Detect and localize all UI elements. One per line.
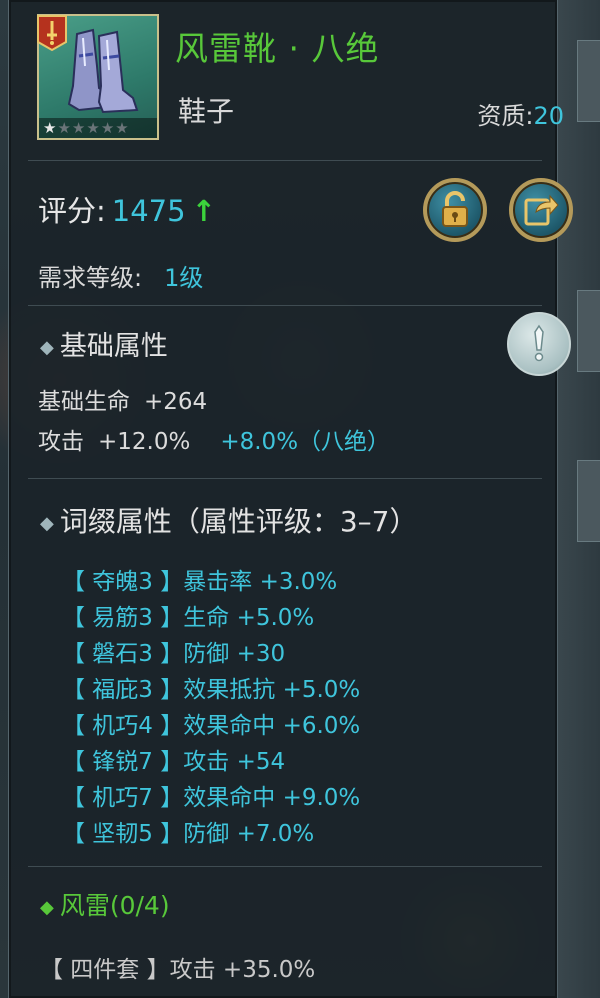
share-button[interactable] — [509, 178, 573, 242]
base-attack-bonus: +8.0%（八绝） — [220, 429, 391, 455]
sword-badge-icon — [37, 15, 67, 52]
background-side-panel — [557, 0, 600, 998]
share-arrow-icon — [524, 194, 559, 226]
divider — [28, 305, 542, 306]
affix-item: 【 磐石3 】防御 +30 — [62, 641, 286, 667]
star-icon: ★ — [115, 118, 129, 137]
star-icon: ★ — [71, 118, 86, 137]
item-quality: 资质:20 — [477, 96, 564, 131]
base-attack: 攻击 +12.0% +8.0%（八绝） — [38, 422, 390, 456]
base-attributes-label: 基础属性 — [59, 331, 168, 362]
diamond-icon: ◆ — [40, 337, 54, 358]
star-rating: ★ ★ ★ ★ ★ ★ — [39, 118, 157, 138]
star-icon: ★ — [86, 118, 100, 137]
diamond-icon: ◆ — [40, 512, 54, 534]
side-tab — [577, 460, 600, 542]
base-attack-value: +12.0% — [98, 429, 191, 455]
star-icon: ★ — [57, 118, 71, 137]
base-attack-label: 攻击 — [38, 429, 84, 455]
affix-item: 【 福庇3 】效果抵抗 +5.0% — [62, 677, 361, 703]
affix-attributes-label: 词缀属性（属性评级：3–7） — [59, 505, 418, 538]
score-label: 评分: — [38, 194, 106, 228]
exclamation-icon — [534, 324, 544, 362]
base-hp-label: 基础生命 — [38, 389, 130, 415]
up-arrow-icon: ↑ — [191, 194, 216, 228]
unlock-icon — [442, 191, 468, 227]
lock-button[interactable] — [423, 178, 487, 242]
requirement-value: 1级 — [164, 264, 204, 292]
affix-item: 【 夺魄3 】暴击率 +3.0% — [62, 569, 338, 595]
base-hp: 基础生命 +264 — [38, 382, 207, 416]
affix-item: 【 锋锐7 】攻击 +54 — [62, 749, 286, 775]
set-bonus: 【 四件套 】攻击 +35.0% — [40, 957, 316, 983]
item-type: 鞋子 — [178, 95, 235, 128]
score: 评分: 1475 ↑ — [38, 188, 216, 230]
diamond-icon: ◆ — [40, 896, 54, 918]
star-icon: ★ — [100, 118, 115, 137]
quality-value: 20 — [533, 102, 564, 130]
quality-label: 资质: — [477, 102, 534, 130]
divider — [28, 160, 542, 161]
affix-item: 【 机巧4 】效果命中 +6.0% — [62, 713, 361, 739]
set-title: ◆ 风雷(0/4) — [40, 886, 170, 922]
score-value: 1475 — [111, 194, 186, 228]
side-tab — [577, 40, 600, 122]
divider — [28, 478, 542, 479]
requirement-label: 需求等级: — [38, 264, 143, 292]
base-attributes-title: ◆ 基础属性 — [40, 324, 168, 363]
side-tab — [577, 290, 600, 372]
item-tooltip-panel — [8, 0, 558, 998]
divider — [28, 866, 542, 867]
item-name: 风雷靴 · 八绝 — [175, 29, 380, 68]
affix-item: 【 坚韧5 】防御 +7.0% — [62, 821, 315, 847]
info-button[interactable] — [507, 312, 571, 376]
level-requirement: 需求等级: 1级 — [38, 258, 203, 293]
affix-item: 【 易筋3 】生命 +5.0% — [62, 605, 315, 631]
affix-item: 【 机巧7 】效果命中 +9.0% — [62, 785, 361, 811]
set-title-label: 风雷(0/4) — [59, 891, 170, 920]
base-hp-value: +264 — [144, 389, 208, 415]
affix-attributes-title: ◆ 词缀属性（属性评级：3–7） — [40, 500, 417, 540]
star-icon: ★ — [43, 118, 57, 137]
boots-icon — [67, 28, 139, 114]
